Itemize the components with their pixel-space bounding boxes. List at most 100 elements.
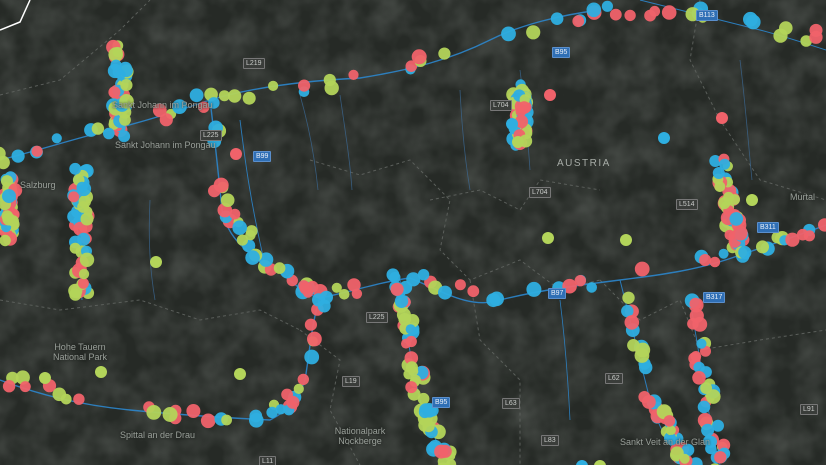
observation-marker[interactable] — [390, 282, 404, 296]
observation-marker[interactable] — [39, 372, 51, 384]
observation-marker[interactable] — [634, 261, 650, 277]
observation-marker[interactable] — [405, 324, 416, 335]
observation-marker[interactable] — [658, 132, 670, 144]
observation-marker[interactable] — [69, 288, 82, 301]
observation-marker[interactable] — [213, 177, 229, 193]
observation-marker[interactable] — [146, 405, 162, 420]
observation-marker[interactable] — [701, 423, 715, 437]
observation-marker[interactable] — [323, 73, 336, 87]
observation-marker[interactable] — [95, 366, 107, 378]
observation-marker[interactable] — [0, 234, 11, 247]
observation-marker[interactable] — [756, 240, 769, 254]
observation-marker[interactable] — [2, 212, 16, 226]
observation-marker[interactable] — [77, 232, 91, 246]
observation-marker[interactable] — [746, 194, 758, 206]
observation-marker[interactable] — [818, 218, 826, 232]
observation-marker[interactable] — [526, 281, 542, 297]
observation-marker[interactable] — [293, 383, 304, 394]
observation-marker[interactable] — [506, 118, 518, 130]
observation-marker[interactable] — [729, 212, 744, 226]
observation-marker[interactable] — [232, 220, 247, 235]
observation-marker[interactable] — [712, 167, 725, 179]
observation-marker[interactable] — [230, 148, 242, 160]
observation-marker[interactable] — [709, 256, 721, 268]
observation-marker[interactable] — [609, 8, 622, 21]
observation-marker[interactable] — [73, 393, 85, 405]
observation-marker[interactable] — [227, 89, 242, 103]
observation-marker[interactable] — [467, 285, 480, 298]
observation-marker[interactable] — [307, 331, 322, 347]
observation-marker[interactable] — [489, 291, 505, 307]
observation-marker[interactable] — [417, 269, 430, 281]
observation-marker[interactable] — [76, 181, 88, 193]
observation-marker[interactable] — [348, 69, 359, 80]
observation-marker[interactable] — [52, 387, 67, 402]
observation-marker[interactable] — [601, 0, 614, 12]
observation-marker[interactable] — [331, 282, 342, 293]
observation-marker[interactable] — [245, 250, 260, 265]
observation-marker[interactable] — [624, 9, 636, 22]
observation-marker[interactable] — [79, 252, 95, 267]
observation-marker[interactable] — [576, 460, 588, 465]
observation-marker[interactable] — [162, 407, 178, 422]
observation-marker[interactable] — [298, 280, 310, 291]
observation-marker[interactable] — [501, 26, 516, 42]
observation-marker[interactable] — [417, 392, 430, 405]
observation-marker[interactable] — [389, 271, 401, 284]
observation-marker[interactable] — [785, 232, 800, 247]
observation-marker[interactable] — [544, 89, 556, 101]
observation-marker[interactable] — [220, 193, 235, 207]
observation-marker[interactable] — [68, 191, 80, 203]
observation-marker[interactable] — [586, 282, 597, 293]
observation-marker[interactable] — [317, 299, 331, 313]
observation-marker[interactable] — [91, 122, 105, 135]
observation-marker[interactable] — [67, 209, 81, 224]
observation-marker[interactable] — [542, 232, 554, 244]
observation-marker[interactable] — [696, 338, 707, 349]
observation-marker[interactable] — [103, 127, 115, 140]
observation-marker[interactable] — [586, 2, 602, 18]
observation-marker[interactable] — [716, 112, 728, 124]
observation-marker[interactable] — [699, 254, 712, 266]
observation-marker[interactable] — [809, 30, 823, 44]
observation-marker[interactable] — [273, 262, 286, 274]
observation-marker[interactable] — [249, 409, 263, 423]
observation-marker[interactable] — [517, 101, 531, 114]
observation-marker[interactable] — [275, 404, 286, 415]
observation-marker[interactable] — [679, 453, 690, 464]
observation-marker[interactable] — [69, 242, 81, 254]
observation-marker[interactable] — [304, 318, 317, 331]
observation-marker[interactable] — [51, 133, 62, 144]
observation-marker[interactable] — [689, 297, 702, 310]
observation-marker[interactable] — [408, 366, 419, 377]
observation-marker[interactable] — [738, 245, 752, 260]
observation-marker[interactable] — [150, 256, 162, 268]
observation-marker[interactable] — [718, 248, 729, 259]
observation-marker[interactable] — [438, 47, 451, 60]
observation-marker[interactable] — [229, 208, 241, 220]
observation-marker[interactable] — [594, 460, 606, 465]
observation-marker[interactable] — [186, 404, 201, 418]
observation-marker[interactable] — [268, 80, 279, 91]
observation-marker[interactable] — [401, 338, 411, 349]
observation-marker[interactable] — [298, 79, 311, 92]
observation-marker[interactable] — [31, 145, 43, 157]
observation-marker[interactable] — [11, 149, 25, 163]
observation-marker[interactable] — [624, 315, 640, 330]
observation-marker[interactable] — [622, 291, 635, 304]
observation-marker[interactable] — [422, 420, 435, 433]
observation-marker[interactable] — [304, 349, 320, 365]
observation-marker[interactable] — [119, 114, 131, 126]
observation-marker[interactable] — [644, 9, 656, 22]
observation-marker[interactable] — [78, 268, 90, 280]
observation-marker[interactable] — [779, 21, 793, 35]
observation-marker[interactable] — [572, 15, 585, 28]
observation-marker[interactable] — [347, 278, 361, 292]
observation-marker[interactable] — [526, 25, 541, 40]
observation-marker[interactable] — [69, 162, 82, 175]
observation-marker[interactable] — [19, 381, 31, 393]
observation-marker[interactable] — [297, 373, 309, 386]
observation-marker[interactable] — [221, 414, 233, 426]
observation-marker[interactable] — [665, 425, 676, 436]
observation-marker[interactable] — [242, 91, 256, 105]
